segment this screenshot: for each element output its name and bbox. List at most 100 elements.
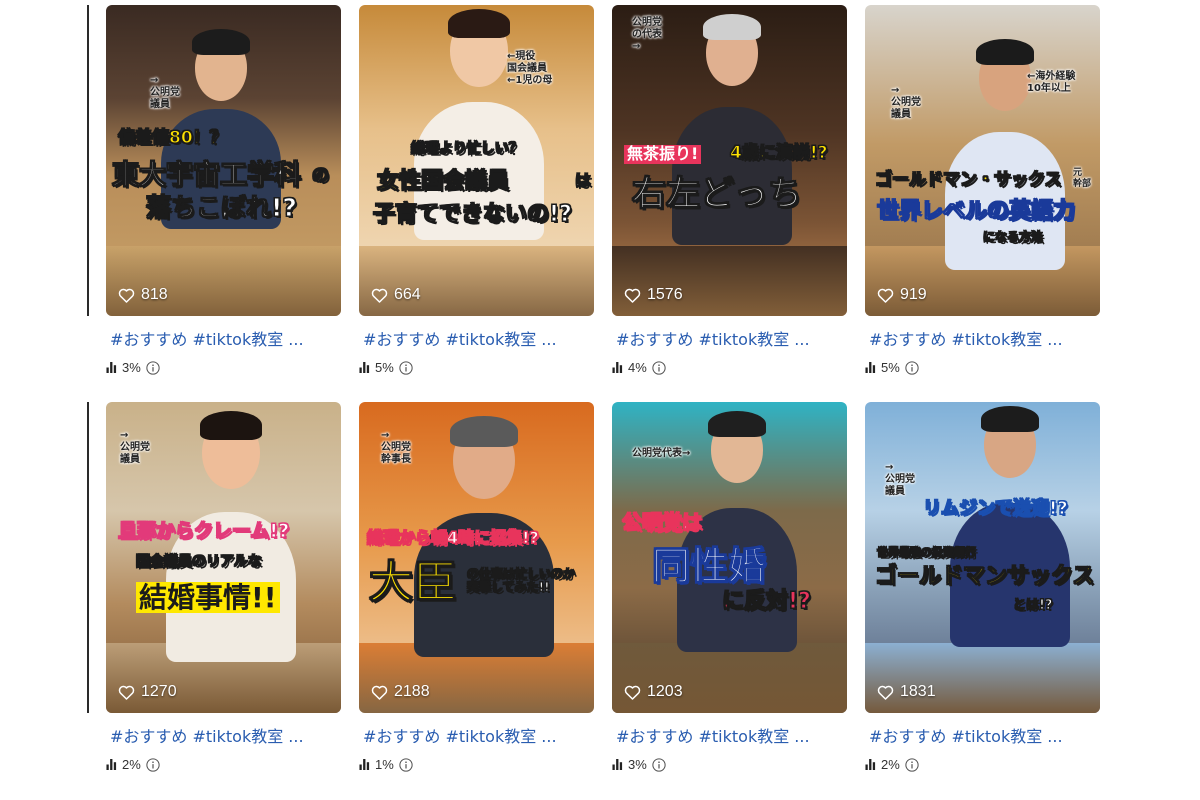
engagement-rate: 4%: [628, 360, 647, 375]
info-icon[interactable]: [399, 758, 413, 772]
overlay-tag-small: 元 幹部: [1073, 168, 1092, 189]
like-count: 1203: [624, 683, 683, 701]
video-card[interactable]: 無茶振り! 4歳に演説!? 右左どっち 公明党 の代表 → 1576 #おすすめ #tik…: [612, 5, 847, 375]
left-edge-line: [87, 402, 89, 713]
engagement-rate: 3%: [628, 757, 647, 772]
bar-chart-icon: [865, 362, 876, 373]
overlay-note: 公明党代表→: [632, 448, 691, 459]
heart-icon: [371, 288, 388, 303]
video-thumbnail[interactable]: 無茶振り! 4歳に演説!? 右左どっち 公明党 の代表 → 1576: [612, 5, 847, 316]
like-count-value: 1270: [141, 683, 177, 700]
info-icon[interactable]: [146, 361, 160, 375]
video-thumbnail[interactable]: 総理より忙しい？ 女性国会議員 は子育てできないの!? ←現役 国会議員 ←1児の母 6…: [359, 5, 594, 316]
overlay-title2: の仕事は忙しいのか 突撃してみた!!: [466, 567, 576, 594]
engagement-stats: 2%: [865, 757, 1100, 772]
video-thumbnail[interactable]: 総理から朝4時に招集!? 大臣 の仕事は忙しいのか 突撃してみた!! → 公明党 幹事…: [359, 402, 594, 713]
video-caption-link[interactable]: #おすすめ #tiktok教室 ...: [106, 723, 341, 747]
video-caption-link[interactable]: #おすすめ #tiktok教室 ...: [106, 326, 341, 350]
engagement-rate: 5%: [375, 360, 394, 375]
overlay-suffix: の: [312, 166, 330, 186]
video-thumbnail[interactable]: 旦那からクレーム!? 国会議員のリアルな 結婚事情!! → 公明党 議員 1270: [106, 402, 341, 713]
overlay-title: 東大宇宙工学科: [112, 160, 302, 191]
info-icon[interactable]: [652, 758, 666, 772]
person-hair: [976, 39, 1034, 66]
overlay-title2: 落ちこぼれ!?: [146, 193, 298, 222]
desk-surface: [612, 643, 847, 713]
person-hair: [192, 29, 250, 56]
overlay-tag: リムジンで送迎!?: [923, 498, 1069, 519]
video-card[interactable]: 公明党は 同性婚 に反対!? 公明党代表→ 1203 #おすすめ #tiktok教室 ..…: [612, 402, 847, 772]
video-caption-link[interactable]: #おすすめ #tiktok教室 ...: [359, 326, 594, 350]
video-caption-link[interactable]: #おすすめ #tiktok教室 ...: [612, 326, 847, 350]
overlay-tag: 無茶振り!: [624, 145, 702, 164]
desk-surface: [612, 246, 847, 316]
overlay-title2: に反対!?: [722, 589, 812, 614]
like-count-value: 664: [394, 286, 421, 303]
like-count-value: 1831: [900, 683, 936, 700]
video-caption-link[interactable]: #おすすめ #tiktok教室 ...: [865, 326, 1100, 350]
info-icon[interactable]: [399, 361, 413, 375]
overlay-title2: になる方法: [982, 230, 1044, 244]
engagement-rate: 3%: [122, 360, 141, 375]
like-count-value: 919: [900, 286, 927, 303]
overlay-title2: 結婚事情!!: [136, 582, 280, 614]
video-thumbnail[interactable]: 偏差値80！？ 東大宇宙工学科の落ちこぼれ!? → 公明党 議員 818: [106, 5, 341, 316]
overlay-title: 世界レベルの英語力: [876, 199, 1076, 224]
like-count: 818: [118, 286, 168, 304]
overlay-note: → 公明党 議員: [885, 462, 915, 497]
person-hair: [450, 416, 518, 447]
bar-chart-icon: [106, 362, 117, 373]
person-hair: [981, 406, 1039, 433]
engagement-stats: 3%: [612, 757, 847, 772]
heart-icon: [624, 288, 641, 303]
like-count: 1270: [118, 683, 177, 701]
overlay-tag: 総理より忙しい？: [411, 141, 524, 157]
person-hair: [199, 411, 263, 440]
video-thumbnail[interactable]: リムジンで送迎!? 世界最強の投資銀行 ゴールドマンサックス とは!? → 公明党 議員…: [865, 402, 1100, 713]
person-hair: [447, 9, 511, 38]
info-icon[interactable]: [652, 361, 666, 375]
video-card[interactable]: リムジンで送迎!? 世界最強の投資銀行 ゴールドマンサックス とは!? → 公明党 議員…: [865, 402, 1100, 772]
overlay-title2: ゴールドマンサックス: [874, 564, 1095, 589]
video-card[interactable]: 偏差値80！？ 東大宇宙工学科の落ちこぼれ!? → 公明党 議員 818 #おすすめ #…: [106, 5, 341, 375]
engagement-rate: 5%: [881, 360, 900, 375]
like-count-value: 818: [141, 286, 168, 303]
desk-surface: [106, 246, 341, 316]
video-card[interactable]: 総理から朝4時に招集!? 大臣 の仕事は忙しいのか 突撃してみた!! → 公明党 幹事…: [359, 402, 594, 772]
heart-icon: [371, 685, 388, 700]
overlay-suffix: は: [574, 171, 592, 190]
engagement-rate: 1%: [375, 757, 394, 772]
info-icon[interactable]: [146, 758, 160, 772]
person-hair: [708, 411, 766, 438]
engagement-stats: 1%: [359, 757, 594, 772]
bar-chart-icon: [612, 362, 623, 373]
engagement-rate: 2%: [881, 757, 900, 772]
bar-chart-icon: [106, 759, 117, 770]
like-count-value: 1203: [647, 683, 683, 700]
overlay-note: 公明党 の代表 →: [632, 17, 662, 52]
video-card[interactable]: 旦那からクレーム!? 国会議員のリアルな 結婚事情!! → 公明党 議員 1270 #おす…: [106, 402, 341, 772]
video-caption-link[interactable]: #おすすめ #tiktok教室 ...: [612, 723, 847, 747]
overlay-title: 国会議員のリアルな: [136, 554, 263, 570]
overlay-title2: 子育てできないの!?: [373, 202, 573, 227]
info-icon[interactable]: [905, 361, 919, 375]
overlay-tag: 総理から朝4時に招集!?: [367, 528, 540, 547]
bar-chart-icon: [359, 759, 370, 770]
like-count: 2188: [371, 683, 430, 701]
video-card[interactable]: ゴールドマン・サックス 世界レベルの英語力 になる方法 元 幹部 → 公明党 議員 ←海外…: [865, 5, 1100, 375]
overlay-note: → 公明党 議員: [150, 75, 180, 110]
engagement-stats: 3%: [106, 360, 341, 375]
heart-icon: [118, 685, 135, 700]
video-caption-link[interactable]: #おすすめ #tiktok教室 ...: [359, 723, 594, 747]
video-thumbnail[interactable]: 公明党は 同性婚 に反対!? 公明党代表→ 1203: [612, 402, 847, 713]
overlay-tag: 偏差値80！？: [118, 128, 228, 148]
like-count: 919: [877, 286, 927, 304]
video-card[interactable]: 総理より忙しい？ 女性国会議員 は子育てできないの!? ←現役 国会議員 ←1児の母 6…: [359, 5, 594, 375]
video-thumbnail[interactable]: ゴールドマン・サックス 世界レベルの英語力 になる方法 元 幹部 → 公明党 議員 ←海外…: [865, 5, 1100, 316]
like-count: 1576: [624, 286, 683, 304]
left-edge-line: [87, 5, 89, 316]
video-caption-link[interactable]: #おすすめ #tiktok教室 ...: [865, 723, 1100, 747]
engagement-stats: 5%: [359, 360, 594, 375]
overlay-note-2: ←海外経験 10年以上: [1027, 71, 1076, 94]
info-icon[interactable]: [905, 758, 919, 772]
